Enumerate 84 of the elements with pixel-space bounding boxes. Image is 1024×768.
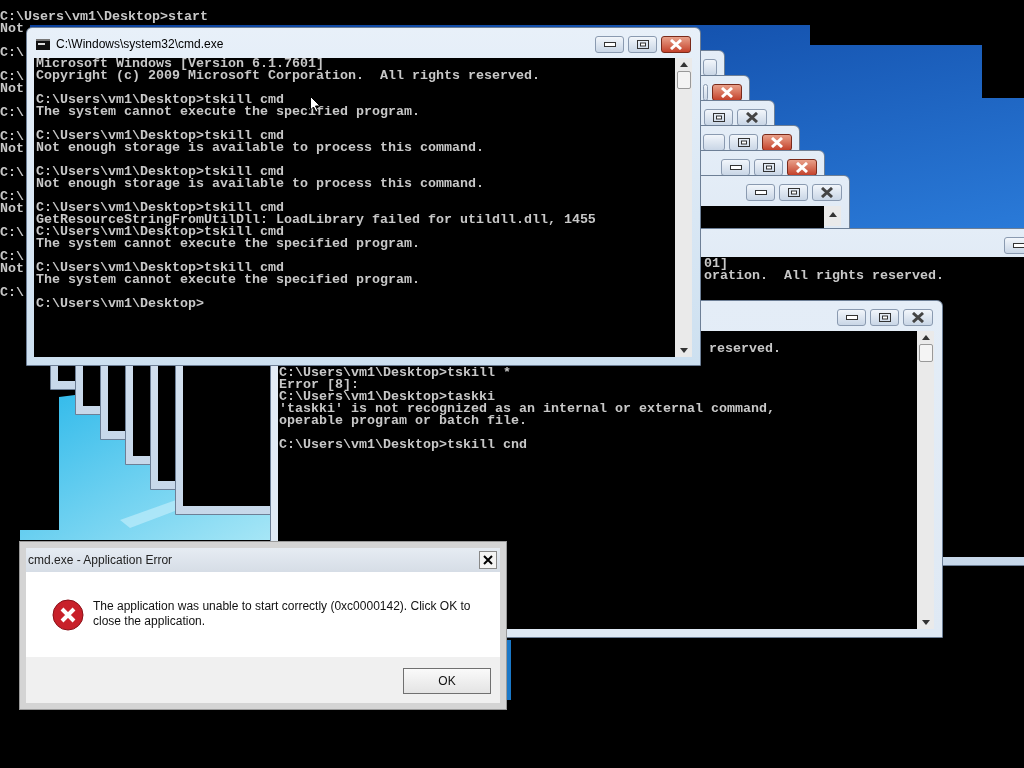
- minimize-button[interactable]: [746, 184, 775, 201]
- console-line: Not enough storage is available to process this command.: [36, 178, 484, 190]
- maximize-icon: [737, 138, 750, 147]
- scroll-up-icon: [828, 212, 837, 217]
- close-button[interactable]: [903, 309, 933, 326]
- console-line: 01]: [704, 258, 728, 270]
- console-line: Not enough storage is available to process this command.: [36, 142, 484, 154]
- console-line: reserved.: [709, 343, 781, 355]
- maximize-icon: [787, 188, 800, 197]
- scroll-thumb[interactable]: [676, 71, 691, 89]
- console-line: oration. All rights reserved.: [704, 270, 944, 282]
- dialog-title: cmd.exe - Application Error: [28, 552, 173, 569]
- console-line: C:\Users\vm1\Desktop>taskki: [279, 391, 495, 403]
- console-line: Not: [0, 203, 24, 215]
- minimize-button[interactable]: [595, 36, 624, 53]
- close-icon: [720, 87, 734, 98]
- console-line: C:\: [0, 71, 24, 83]
- maximize-icon: [878, 313, 891, 322]
- error-icon: [52, 599, 84, 631]
- console-line: C:\: [0, 227, 24, 239]
- console-line: C:\Users\vm1\Desktop>start: [0, 11, 208, 23]
- console-line: GetResourceStringFromUtilDll: LoadLibrary failed for utildll.dll, 1455: [36, 214, 596, 226]
- close-icon: [770, 137, 784, 148]
- console-line: C:\Users\vm1\Desktop>tskill cmd: [36, 202, 284, 214]
- close-icon: [669, 39, 683, 50]
- minimize-icon: [1012, 243, 1024, 248]
- console-line: C:\Users\vm1\Desktop>tskill cmd: [36, 262, 284, 274]
- maximize-icon: [762, 163, 775, 172]
- close-icon: [745, 112, 759, 123]
- maximize-button[interactable]: [870, 309, 899, 326]
- minimize-icon: [845, 315, 858, 320]
- scrollbar[interactable]: [917, 331, 934, 629]
- console-line: C:\Users\vm1\Desktop>tskill *: [279, 367, 511, 379]
- scroll-thumb[interactable]: [918, 344, 933, 362]
- console-line: C:\: [0, 287, 24, 299]
- console-line: C:\: [0, 47, 24, 59]
- error-message: The application was unable to start correctly (0xc0000142). Click OK to close the application.: [93, 599, 472, 629]
- scroll-up-icon: [679, 62, 688, 67]
- console-line: The system cannot execute the specified program.: [36, 238, 420, 250]
- console-line: The system cannot execute the specified program.: [36, 274, 420, 286]
- console-line: Not: [0, 23, 24, 35]
- close-icon: [911, 312, 925, 323]
- console-line: C:\Users\vm1\Desktop>tskill cmd: [36, 94, 284, 106]
- console-line: Copyright (c) 2009 Microsoft Corporation. All rights reserved.: [36, 70, 540, 82]
- console-line: C:\: [0, 107, 24, 119]
- console-line: C:\Users\vm1\Desktop>tskill cnd: [279, 439, 527, 451]
- console-line: C:\: [0, 167, 24, 179]
- console-line: Not: [0, 83, 24, 95]
- console-line: C:\Users\vm1\Desktop>tskill cmd: [36, 226, 284, 238]
- console-line: 'taskki' is not recognized as an internal or external command,: [279, 403, 775, 415]
- console-line: C:\: [0, 251, 24, 263]
- console-icon: [36, 38, 50, 50]
- close-icon: [820, 187, 834, 198]
- console-line: C:\Users\vm1\Desktop>: [36, 298, 204, 310]
- close-button[interactable]: [479, 551, 497, 569]
- minimize-icon: [754, 190, 767, 195]
- console-line: C:\Users\vm1\Desktop>tskill cmd: [36, 166, 284, 178]
- maximize-icon: [636, 40, 649, 49]
- close-icon: [483, 555, 493, 565]
- scroll-up-icon: [921, 335, 930, 340]
- console-line: C:\: [0, 131, 24, 143]
- scrollbar[interactable]: [824, 206, 841, 226]
- console-line: Not: [0, 263, 24, 275]
- close-button[interactable]: [812, 184, 842, 201]
- console-line: Error [8]:: [279, 379, 359, 391]
- console-line: C:\Users\vm1\Desktop>tskill cmd: [36, 130, 284, 142]
- close-icon: [795, 162, 809, 173]
- maximize-button[interactable]: [628, 36, 657, 53]
- console-line: The system cannot execute the specified program.: [36, 106, 420, 118]
- minimize-button[interactable]: [837, 309, 866, 326]
- scrollbar[interactable]: [675, 58, 692, 357]
- minimize-icon: [729, 165, 742, 170]
- scroll-down-icon: [921, 620, 930, 625]
- maximize-button[interactable]: [779, 184, 808, 201]
- ok-button[interactable]: OK: [403, 668, 491, 694]
- close-button[interactable]: [661, 36, 691, 53]
- console-line: operable program or batch file.: [279, 415, 527, 427]
- console-line: Microsoft Windows [Version 6.1.7601]: [36, 58, 324, 70]
- scroll-down-icon: [679, 348, 688, 353]
- console-line: Not: [0, 143, 24, 155]
- minimize-icon: [603, 42, 616, 47]
- window-title: C:\Windows\system32\cmd.exe: [56, 37, 224, 51]
- console-line: C:\: [0, 191, 24, 203]
- maximize-icon: [712, 113, 725, 122]
